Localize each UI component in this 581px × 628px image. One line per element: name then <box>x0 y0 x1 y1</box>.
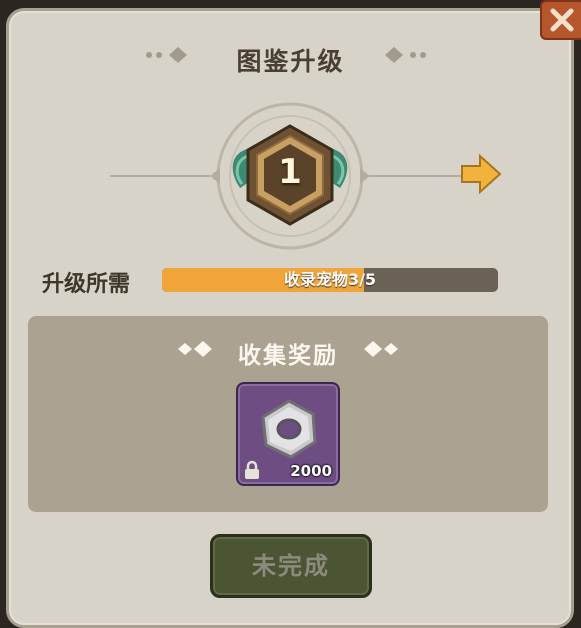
requirement-label: 升级所需 <box>42 272 131 297</box>
reward-title: 收集奖励 <box>238 343 338 369</box>
level-number: 1 <box>278 152 302 192</box>
reward-item-count: 2000 <box>290 462 332 480</box>
next-level-arrow-icon[interactable] <box>460 154 502 194</box>
gear-nut-icon <box>261 399 317 459</box>
reward-section: 收集奖励 2000 <box>28 316 548 512</box>
title-right-ornament-icon <box>385 47 426 63</box>
progress-text: 收录宠物3/5 <box>283 270 377 289</box>
lock-icon <box>245 460 259 479</box>
incomplete-status-button[interactable]: 未完成 <box>210 534 372 598</box>
collection-progress-bar: 收录宠物3/5 <box>162 268 498 292</box>
level-badge-area: 1 <box>100 96 480 256</box>
close-button[interactable] <box>540 0 581 40</box>
status-button-label: 未完成 <box>252 552 330 580</box>
dialog-title: 图鉴升级 <box>236 47 345 76</box>
reward-item-slot[interactable]: 2000 <box>236 382 340 486</box>
reward-right-ornament-icon <box>364 341 398 357</box>
close-icon <box>550 8 574 32</box>
